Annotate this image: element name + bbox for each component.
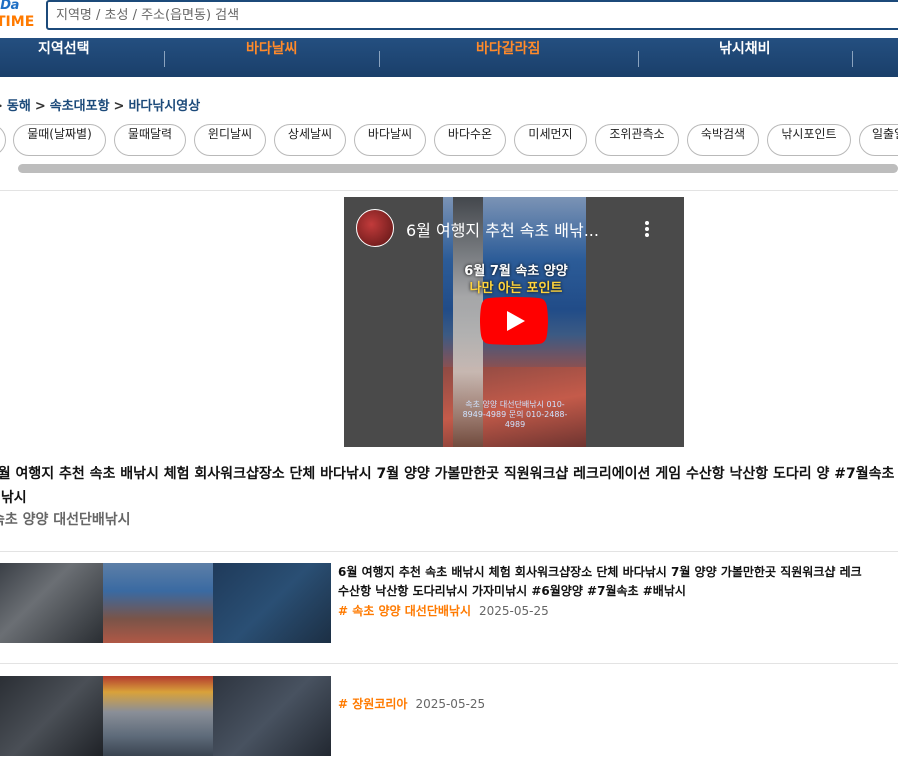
list-item-thumbnail[interactable]	[0, 676, 331, 756]
breadcrumb-item-current: 바다낚시영상	[128, 99, 201, 114]
pill-tide-by-date[interactable]: 물때(날짜별)	[13, 124, 106, 156]
youtube-play-icon[interactable]	[480, 297, 548, 345]
breadcrumb: >동해>속초대포항>바다낚시영상	[0, 95, 200, 115]
video-channel-name-text: 속초 양양 대선단배낚시	[0, 512, 131, 528]
breadcrumb-separator: >	[113, 99, 125, 114]
pill-windy-weather[interactable]: 윈디날씨	[194, 124, 266, 156]
breadcrumb-separator: >	[34, 99, 46, 114]
divider	[0, 663, 898, 664]
pill-fishing-point[interactable]: 낚시포인트	[767, 124, 851, 156]
main-nav: 지역선택 바다날씨 바다갈라짐 낚시채비	[0, 38, 898, 77]
list-item-thumbnail[interactable]	[0, 563, 331, 643]
nav-sea-parting[interactable]: 바다갈라짐	[476, 38, 540, 77]
nav-fishing-tackle[interactable]: 낚시채비	[719, 38, 771, 77]
logo-text-top: aDa	[0, 0, 19, 13]
nav-divider	[164, 51, 165, 67]
thumbnail-blur-right	[213, 563, 331, 643]
list-item-channel-tag[interactable]: # 장원코리아	[338, 697, 407, 711]
breadcrumb-item-region[interactable]: 동해	[7, 99, 31, 114]
video-overlay-contact: 속초 양양 대선단배낚시 010-8949-4989 문의 010-2488-4…	[462, 400, 568, 429]
pill-sunrise[interactable]: 일출일	[859, 124, 898, 156]
top-bar: aDa TIME	[0, 0, 898, 37]
list-item-title-line: 수산항 낙산항 도다리낚시 가자미낚시 #6월양양 #7월속초 #배낚시	[338, 584, 686, 598]
pills-scrollbar[interactable]	[18, 164, 898, 173]
thumbnail-image	[103, 676, 213, 756]
quick-menu-pills: 물때(날짜별) 물때달력 윈디날씨 상세날씨 바다날씨 바다수온 미세먼지 조위…	[0, 124, 898, 158]
breadcrumb-item-port[interactable]: 속초대포항	[50, 99, 110, 114]
list-item-title[interactable]: 6월 여행지 추천 속초 배낚시 체험 회사워크샵장소 단체 바다낚시 7월 양…	[338, 563, 898, 601]
list-item-meta: # 속초 양양 대선단배낚시 2025-05-25	[338, 602, 549, 619]
channel-avatar[interactable]	[356, 209, 394, 247]
pill-tide-station[interactable]: 조위관측소	[595, 124, 679, 156]
thumbnail-blur-left	[0, 676, 103, 756]
pill-lodging-search[interactable]: 숙박검색	[687, 124, 759, 156]
nav-divider	[379, 51, 380, 67]
list-item-channel-tag[interactable]: # 속초 양양 대선단배낚시	[338, 604, 471, 618]
list-item-title-line: 6월 여행지 추천 속초 배낚시 체험 회사워크샵장소 단체 바다낚시 7월 양…	[338, 565, 862, 579]
nav-divider	[638, 51, 639, 67]
video-player[interactable]: 6월 7월 속초 양양 나만 아는 포인트 속초 양양 대선단배낚시 010-8…	[344, 197, 684, 447]
thumbnail-blur-right	[213, 676, 331, 756]
video-title[interactable]: 6월 여행지 추천 속초 배낚...	[406, 217, 616, 241]
search-input[interactable]	[48, 2, 898, 28]
thumbnail-blur-left	[0, 563, 103, 643]
nav-region-select[interactable]: 지역선택	[38, 38, 90, 77]
logo-text-bottom: TIME	[0, 14, 35, 30]
list-item-date: 2025-05-25	[479, 604, 549, 618]
list-item-date: 2025-05-25	[415, 697, 486, 711]
video-main-title-text: 6월 여행지 추천 속초 배낚시 체험 회사워크샵장소 단체 바다낚시 7월 양…	[0, 466, 898, 506]
search-box	[46, 0, 898, 30]
pill-sea-weather[interactable]: 바다날씨	[354, 124, 426, 156]
pill-sea-temperature[interactable]: 바다수온	[434, 124, 506, 156]
pill-hidden[interactable]	[0, 124, 6, 156]
divider	[0, 551, 898, 552]
nav-divider	[852, 51, 853, 67]
breadcrumb-separator: >	[0, 99, 3, 114]
nav-sea-weather[interactable]: 바다날씨	[246, 38, 298, 77]
pill-detail-weather[interactable]: 상세날씨	[274, 124, 346, 156]
video-overlay-text-highlight: 나만 아는 포인트	[469, 281, 563, 296]
pill-fine-dust[interactable]: 미세먼지	[514, 124, 587, 156]
video-channel-name[interactable]: 속초 양양 대선단배낚시	[0, 509, 131, 529]
list-item-meta: # 장원코리아 2025-05-25	[338, 695, 485, 712]
video-main-title: 6월 여행지 추천 속초 배낚시 체험 회사워크샵장소 단체 바다낚시 7월 양…	[0, 462, 898, 512]
thumbnail-image	[103, 563, 213, 643]
site-logo[interactable]: aDa TIME	[0, 0, 40, 33]
divider	[0, 190, 898, 191]
more-vert-icon[interactable]	[638, 218, 656, 240]
pill-tide-calendar[interactable]: 물때달력	[114, 124, 186, 156]
